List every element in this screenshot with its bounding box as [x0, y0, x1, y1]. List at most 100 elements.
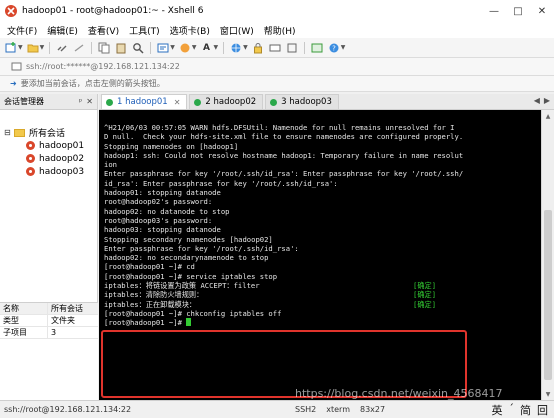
chevron-down-icon[interactable]: ▼: [40, 44, 45, 51]
address-icon: [10, 61, 22, 73]
font-icon[interactable]: A: [200, 41, 214, 55]
scroll-up-icon[interactable]: ▲: [542, 110, 554, 122]
menu-bar: 文件(F) 编辑(E) 查看(V) 工具(T) 选项卡(B) 窗口(W) 帮助(…: [0, 22, 554, 38]
menu-tabs[interactable]: 选项卡(B): [165, 24, 215, 37]
tree-root[interactable]: ⊟ 所有会话: [4, 126, 97, 139]
watermark-text: https://blog.csdn.net/weixin_4568417: [295, 387, 503, 400]
scroll-down-icon[interactable]: ▼: [542, 388, 554, 400]
chevron-down-icon[interactable]: ▼: [18, 44, 23, 51]
new-session-icon[interactable]: [4, 41, 18, 55]
unlink-icon[interactable]: [72, 41, 86, 55]
tree-item-hadoop03[interactable]: hadoop03: [4, 165, 97, 178]
terminal-line: Enter passphrase for key '/root/.ssh/id_…: [104, 243, 299, 253]
color-scheme-icon[interactable]: [178, 41, 192, 55]
address-input[interactable]: [26, 62, 326, 71]
tab-hadoop01[interactable]: 1 hadoop01 ✕: [101, 94, 188, 109]
close-button[interactable]: ✕: [530, 0, 554, 22]
chevron-down-icon[interactable]: ▼: [214, 44, 219, 51]
chevron-down-icon[interactable]: ▼: [170, 44, 175, 51]
ime-punct[interactable]: ˊ: [509, 402, 515, 418]
status-bar: ssh://root@192.168.121.134:22 SSH2 xterm…: [0, 400, 554, 418]
scroll-thumb[interactable]: [544, 210, 552, 380]
paste-icon[interactable]: [114, 41, 128, 55]
session-tabs: 1 hadoop01 ✕ 2 hadoop02 3 hadoop03 ◀ ▶: [99, 94, 554, 110]
terminal-line: Stopping secondary namenodes [hadoop02]: [104, 234, 273, 244]
toolbar-divider: [303, 41, 305, 54]
tree-item-hadoop01[interactable]: hadoop01: [4, 139, 97, 152]
terminal-line: hadoop02: no datanode to stop: [104, 206, 230, 216]
tab-scroll-left-icon[interactable]: ◀: [534, 96, 540, 105]
tree-item-hadoop02[interactable]: hadoop02: [4, 152, 97, 165]
ime-simplified[interactable]: 简: [520, 402, 531, 418]
menu-help[interactable]: 帮助(H): [259, 24, 301, 37]
status-dot-icon: [106, 98, 113, 106]
iptables-message: iptables：正在卸载模块：: [104, 299, 197, 309]
tab-hadoop03[interactable]: 3 hadoop03: [265, 94, 339, 109]
terminal-output[interactable]: ^H21/06/03 00:57:05 WARN hdfs.DFSUtil: N…: [99, 110, 541, 400]
chevron-down-icon[interactable]: ▼: [243, 44, 248, 51]
menu-tools[interactable]: 工具(T): [124, 24, 165, 37]
arrow-icon[interactable]: ➜: [10, 79, 17, 88]
terminal-line: root@hadoop03's password:: [104, 215, 213, 225]
tab-label: 1 hadoop01: [117, 97, 168, 107]
tab-hadoop02[interactable]: 2 hadoop02: [189, 94, 264, 109]
globe-icon[interactable]: [229, 41, 243, 55]
session-icon: [26, 141, 35, 150]
ime-indicator[interactable]: 英 ˊ 简 回: [492, 402, 554, 418]
collapse-icon[interactable]: ⊟: [4, 128, 14, 137]
find-icon[interactable]: [131, 41, 145, 55]
maximize-button[interactable]: □: [506, 0, 530, 22]
tree-item-label: hadoop03: [39, 166, 85, 177]
session-panel-header: 会话管理器 ᵖ ✕: [0, 94, 97, 110]
session-icon: [26, 167, 35, 176]
property-value: 3: [51, 328, 57, 337]
copy-icon[interactable]: [97, 41, 111, 55]
open-folder-icon[interactable]: [26, 41, 40, 55]
terminal-line: iptables：清除防火墙规则： [确定]: [104, 290, 541, 299]
session-icon: [26, 154, 35, 163]
minimize-button[interactable]: —: [482, 0, 506, 22]
status-connection: ssh://root@192.168.121.134:22: [4, 405, 132, 414]
terminal-line: Stopping namenodes on [hadoop1]: [104, 141, 239, 151]
folder-icon: [14, 128, 25, 137]
terminal-line: id_rsa': Enter passphrase for key '/root…: [104, 178, 338, 188]
terminal-line: iptables：将链设置为政策 ACCEPT：filter [确定]: [104, 281, 541, 290]
keyboard-icon[interactable]: [268, 41, 282, 55]
property-name: 名称: [0, 303, 48, 314]
cursor: [186, 318, 192, 327]
pin-icon[interactable]: ᵖ: [79, 97, 82, 106]
menu-view[interactable]: 查看(V): [83, 24, 124, 37]
tree-item-label: hadoop02: [39, 153, 85, 164]
toolbar-divider: [223, 41, 225, 54]
help-icon[interactable]: ?: [327, 41, 341, 55]
window-title: hadoop01 - root@hadoop01:~ - Xshell 6: [22, 6, 204, 16]
chevron-down-icon[interactable]: ▼: [341, 44, 346, 51]
link-icon[interactable]: [55, 41, 69, 55]
menu-window[interactable]: 窗口(W): [215, 24, 259, 37]
property-name: 类型: [0, 315, 48, 326]
ime-mode[interactable]: 回: [537, 402, 548, 418]
tab-scroll-right-icon[interactable]: ▶: [544, 96, 550, 105]
script-icon[interactable]: [310, 41, 324, 55]
terminal-scrollbar[interactable]: ▲ ▼: [541, 110, 554, 400]
close-icon[interactable]: ✕: [86, 97, 93, 106]
terminal-line: Enter passphrase for key '/root/.ssh/id_…: [104, 169, 464, 179]
close-tab-icon[interactable]: ✕: [174, 98, 181, 107]
terminal-line: [root@hadoop01 ~]# chkconfig iptables of…: [104, 308, 282, 318]
ime-lang[interactable]: 英: [492, 402, 503, 418]
iptables-message: iptables：将链设置为政策 ACCEPT：filter: [104, 281, 260, 291]
fullscreen-icon[interactable]: [285, 41, 299, 55]
chevron-down-icon[interactable]: ▼: [192, 44, 197, 51]
terminal-line: hadoop03: stopping datanode: [104, 225, 221, 235]
menu-file[interactable]: 文件(F): [2, 24, 42, 37]
menu-edit[interactable]: 编辑(E): [42, 24, 83, 37]
session-tree: ⊟ 所有会话 hadoop01 hadoop02 hadoop03: [0, 110, 97, 178]
hint-bar: ➜ 要添加当前会话，点击左侧的箭头按钮。: [0, 76, 554, 92]
toolbar-divider: [150, 41, 152, 54]
terminal-line: D null. Check your hdfs-site.xml file to…: [104, 132, 464, 142]
lock-icon[interactable]: [251, 41, 265, 55]
tree-item-label: hadoop01: [39, 140, 85, 151]
terminal-line: iptables：正在卸载模块： [确定]: [104, 300, 541, 309]
ok-status: [确定]: [413, 281, 437, 291]
properties-icon[interactable]: [156, 41, 170, 55]
